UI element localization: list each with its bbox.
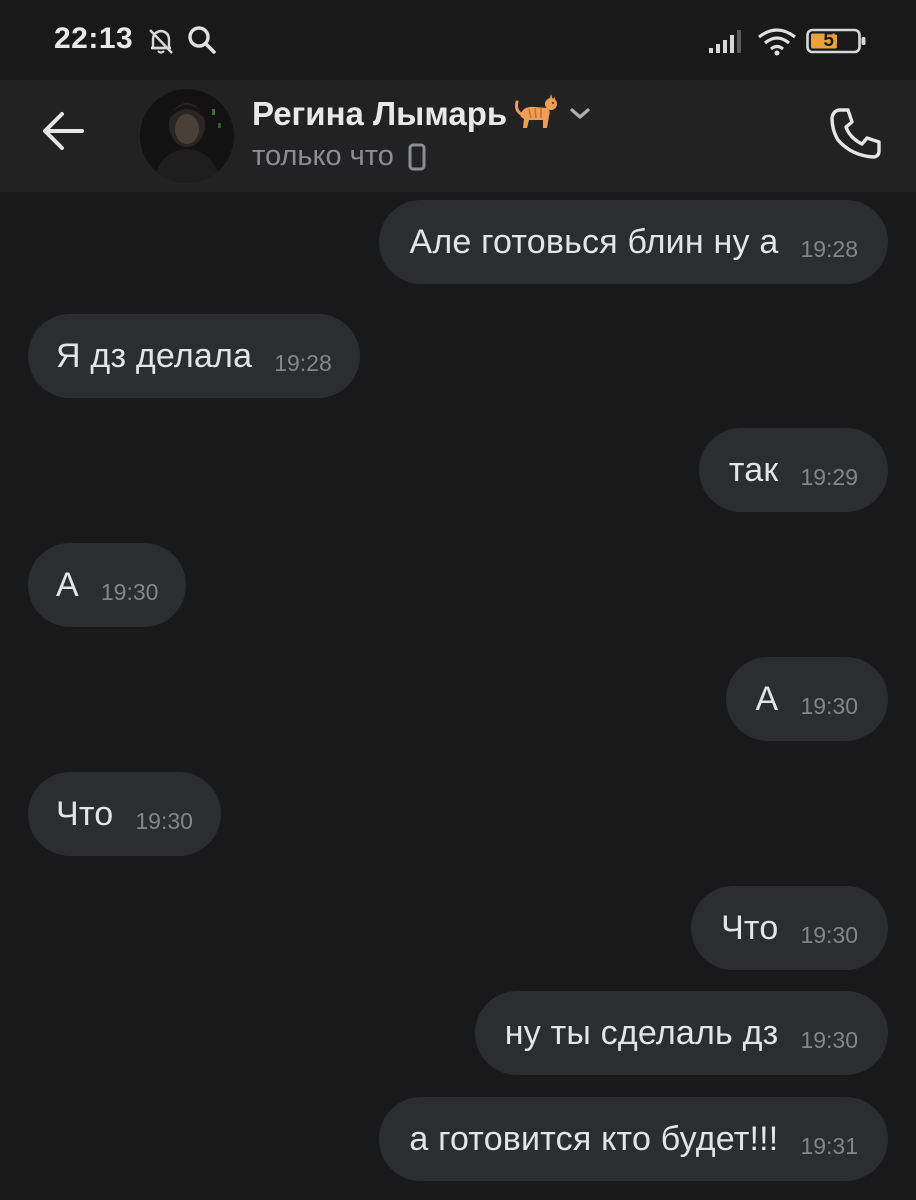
message-time: 19:31 [800,1132,858,1159]
avatar[interactable] [140,89,234,183]
message-bubble-incoming[interactable]: Что 19:30 [28,772,221,856]
message-text: Але готовься блин ну а [409,222,779,261]
back-button[interactable] [30,102,98,160]
message-bubble-outgoing[interactable]: А 19:30 [725,657,888,741]
message-bubble-incoming[interactable]: Я дз делала 19:28 [28,314,360,398]
message-text: Я дз делала [56,336,253,375]
message-time: 19:30 [800,692,858,719]
message-time: 19:30 [800,921,858,948]
status-bar: 22:13 57 [0,0,916,80]
message-text: А [56,565,79,604]
message-time: 19:29 [800,463,858,490]
back-arrow-icon [43,112,84,150]
message-bubble-outgoing[interactable]: а готовится кто будет!!! 19:31 [379,1097,888,1181]
message-time: 19:28 [800,235,858,262]
contact-info[interactable]: Регина Лымарь только что [252,92,752,182]
message-text: Что [721,908,779,947]
chevron-down-icon [570,108,590,119]
message-time: 19:30 [100,578,159,605]
message-text: так [728,450,779,489]
cat-icon [515,94,558,128]
contact-name-row[interactable]: Регина Лымарь [252,92,593,136]
phone-call-icon [830,108,881,159]
signal-icon [709,30,741,53]
message-list: Але готовься блин ну а 19:28 Я дз делала… [0,192,916,1200]
message-bubble-outgoing[interactable]: Але готовься блин ну а 19:28 [379,200,888,284]
message-text: ну ты сделаль дз [504,1013,779,1052]
contact-status-row: только что [252,140,426,173]
message-bubble-outgoing[interactable]: Что 19:30 [691,886,888,970]
search-icon [188,26,216,54]
chat-header: Регина Лымарь только что [0,80,916,192]
message-time: 19:30 [800,1026,858,1053]
call-button[interactable] [822,100,890,168]
message-bubble-incoming[interactable]: А 19:30 [28,543,187,627]
message-text: А [755,679,779,718]
bell-off-icon [149,29,173,54]
message-text: Что [56,794,114,833]
phone-icon [408,143,426,170]
status-time: 22:13 [54,22,134,55]
battery-level-text: 57 [823,30,845,51]
message-time: 19:30 [135,807,193,834]
message-text: а готовится кто будет!!! [409,1119,779,1158]
message-bubble-outgoing[interactable]: так 19:29 [698,428,888,512]
message-time: 19:28 [274,349,332,376]
chat-screen: 22:13 57 Регина Лымарь только что Але го… [0,0,916,1200]
message-bubble-outgoing[interactable]: ну ты сделаль дз 19:30 [474,991,888,1075]
wifi-icon [758,28,796,56]
contact-status: только что [252,140,394,172]
battery-icon: 57 [806,28,866,54]
contact-name: Регина Лымарь [252,95,508,132]
